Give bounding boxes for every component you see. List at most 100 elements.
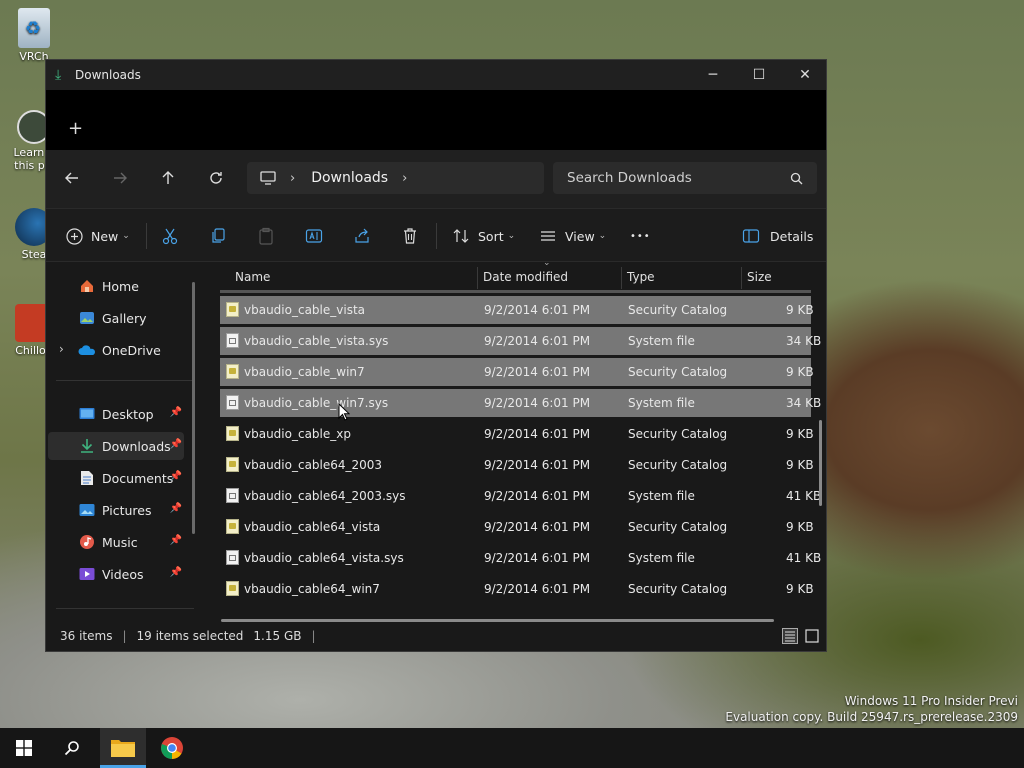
table-row[interactable]: vbaudio_cable_vista 9/2/2014 6:01 PM Secur… bbox=[220, 296, 814, 324]
taskbar-file-explorer[interactable] bbox=[100, 728, 146, 768]
desktop-icon-recycle-bin[interactable]: ♻ VRCh bbox=[8, 8, 60, 63]
file-name: vbaudio_cable_vista.sys bbox=[244, 334, 389, 348]
sidebar-item-videos[interactable]: Videos 📌 bbox=[48, 560, 184, 588]
list-scroll-edge bbox=[220, 290, 811, 293]
gallery-icon bbox=[78, 309, 96, 327]
sidebar-item-pictures[interactable]: Pictures 📌 bbox=[48, 496, 184, 524]
title-bar[interactable]: ⤓ Downloads ─ ☐ ✕ bbox=[46, 60, 826, 90]
taskbar-chrome[interactable] bbox=[152, 728, 192, 768]
file-list-vertical-scrollbar[interactable] bbox=[819, 420, 822, 506]
new-tab-button[interactable]: + bbox=[68, 120, 83, 138]
system-file-icon bbox=[226, 333, 239, 348]
file-date-modified: 9/2/2014 6:01 PM bbox=[484, 582, 591, 596]
sidebar-item-desktop[interactable]: Desktop 📌 bbox=[48, 400, 184, 428]
sidebar-item-label: Desktop bbox=[102, 406, 154, 422]
up-button[interactable] bbox=[156, 166, 180, 190]
sidebar-item-music[interactable]: Music 📌 bbox=[48, 528, 184, 556]
table-row[interactable]: vbaudio_cable64_vista 9/2/2014 6:01 PM Sec… bbox=[220, 513, 814, 541]
tiles-view-toggle[interactable] bbox=[804, 628, 820, 644]
toolbar-separator bbox=[436, 223, 437, 249]
column-header-date-modified[interactable]: Date modified bbox=[483, 263, 568, 291]
sidebar-item-documents[interactable]: Documents 📌 bbox=[48, 464, 184, 492]
minimize-button[interactable]: ─ bbox=[690, 60, 736, 90]
file-size: 9 KB bbox=[786, 520, 814, 534]
file-name: vbaudio_cable_win7 bbox=[244, 365, 365, 379]
sidebar-item-onedrive[interactable]: › OneDrive bbox=[48, 336, 184, 364]
refresh-button[interactable] bbox=[204, 166, 228, 190]
pin-icon[interactable]: 📌 bbox=[170, 471, 182, 482]
file-size: 34 KB bbox=[786, 334, 822, 348]
file-type: Security Catalog bbox=[628, 458, 728, 472]
chevron-right-icon[interactable]: › bbox=[402, 171, 407, 186]
pin-icon[interactable]: 📌 bbox=[170, 407, 182, 418]
system-file-icon bbox=[226, 488, 239, 503]
back-button[interactable] bbox=[60, 166, 84, 190]
pin-icon[interactable]: 📌 bbox=[170, 567, 182, 578]
sort-button[interactable]: Sort ⌄ bbox=[452, 209, 515, 263]
column-divider[interactable] bbox=[621, 267, 622, 289]
chevron-down-icon: ⌄ bbox=[598, 231, 607, 241]
search-input[interactable]: Search Downloads bbox=[553, 162, 817, 194]
watermark-line-2: Evaluation copy. Build 25947.rs_prerelea… bbox=[725, 710, 1018, 724]
details-button[interactable]: Details bbox=[742, 209, 813, 263]
breadcrumb-downloads[interactable]: Downloads bbox=[311, 170, 388, 186]
more-options-button[interactable]: ••• bbox=[630, 209, 651, 263]
column-divider[interactable] bbox=[477, 267, 478, 289]
sidebar-item-gallery[interactable]: Gallery bbox=[48, 304, 184, 332]
documents-icon bbox=[78, 469, 96, 487]
tiles-view-icon bbox=[805, 629, 819, 643]
delete-button[interactable] bbox=[401, 209, 419, 263]
file-size: 41 KB bbox=[786, 489, 822, 503]
file-size: 9 KB bbox=[786, 458, 814, 472]
file-date-modified: 9/2/2014 6:01 PM bbox=[484, 365, 591, 379]
file-name: vbaudio_cable64_win7 bbox=[244, 582, 380, 596]
table-row[interactable]: vbaudio_cable64_2003 9/2/2014 6:01 PM Secu… bbox=[220, 451, 814, 479]
file-type: Security Catalog bbox=[628, 582, 728, 596]
column-divider[interactable] bbox=[741, 267, 742, 289]
new-button[interactable]: New ⌄ bbox=[66, 209, 130, 263]
sidebar-item-downloads[interactable]: Downloads 📌 bbox=[48, 432, 184, 460]
sidebar-item-label: Home bbox=[102, 278, 139, 294]
clipboard-icon bbox=[259, 227, 273, 245]
system-file-icon bbox=[226, 395, 239, 410]
navigation-pane: Home Gallery › OneDrive Desktop 📌 Downlo… bbox=[46, 263, 204, 618]
table-row[interactable]: vbaudio_cable_vista.sys 9/2/2014 6:01 PM S… bbox=[220, 327, 821, 355]
search-button[interactable] bbox=[52, 728, 92, 768]
address-bar[interactable]: › Downloads › bbox=[247, 162, 544, 194]
share-button[interactable] bbox=[353, 209, 371, 263]
details-view-toggle[interactable] bbox=[782, 628, 798, 644]
rename-button[interactable] bbox=[305, 209, 323, 263]
sidebar-item-label: Gallery bbox=[102, 310, 147, 326]
table-row[interactable]: vbaudio_cable64_vista.sys 9/2/2014 6:01 P… bbox=[220, 544, 821, 572]
table-row[interactable]: vbaudio_cable_win7.sys 9/2/2014 6:01 PM Sy… bbox=[220, 389, 821, 417]
forward-button[interactable] bbox=[108, 166, 132, 190]
chevron-right-icon: › bbox=[290, 170, 296, 186]
copy-button[interactable] bbox=[209, 209, 227, 263]
tab-bar: + bbox=[46, 90, 826, 150]
close-button[interactable]: ✕ bbox=[782, 60, 828, 90]
pin-icon[interactable]: 📌 bbox=[170, 439, 182, 450]
column-header-type[interactable]: Type bbox=[627, 263, 655, 291]
column-header-name[interactable]: Name bbox=[235, 263, 270, 291]
column-header-size[interactable]: Size bbox=[747, 263, 772, 291]
chrome-icon bbox=[161, 737, 183, 759]
chevron-down-icon: ⌄ bbox=[122, 231, 130, 241]
pin-icon[interactable]: 📌 bbox=[170, 535, 182, 546]
cut-button[interactable] bbox=[161, 209, 179, 263]
start-button[interactable] bbox=[4, 728, 44, 768]
table-row[interactable]: vbaudio_cable64_win7 9/2/2014 6:01 PM Secu… bbox=[220, 575, 814, 603]
table-row[interactable]: vbaudio_cable_win7 9/2/2014 6:01 PM Securi… bbox=[220, 358, 814, 386]
sidebar-scrollbar[interactable] bbox=[192, 282, 195, 534]
file-list-horizontal-scrollbar[interactable] bbox=[221, 619, 774, 622]
file-type: System file bbox=[628, 334, 695, 348]
maximize-button[interactable]: ☐ bbox=[736, 60, 782, 90]
table-row[interactable]: vbaudio_cable64_2003.sys 9/2/2014 6:01 PM… bbox=[220, 482, 821, 510]
view-button[interactable]: View ⌄ bbox=[539, 209, 606, 263]
download-icon: ⤓ bbox=[55, 67, 62, 83]
sidebar-item-home[interactable]: Home bbox=[48, 272, 184, 300]
pin-icon[interactable]: 📌 bbox=[170, 503, 182, 514]
chevron-right-icon[interactable]: › bbox=[59, 342, 64, 356]
paste-button[interactable] bbox=[257, 209, 275, 263]
toolbar-separator bbox=[146, 223, 147, 249]
table-row[interactable]: vbaudio_cable_xp 9/2/2014 6:01 PM Security… bbox=[220, 420, 814, 448]
